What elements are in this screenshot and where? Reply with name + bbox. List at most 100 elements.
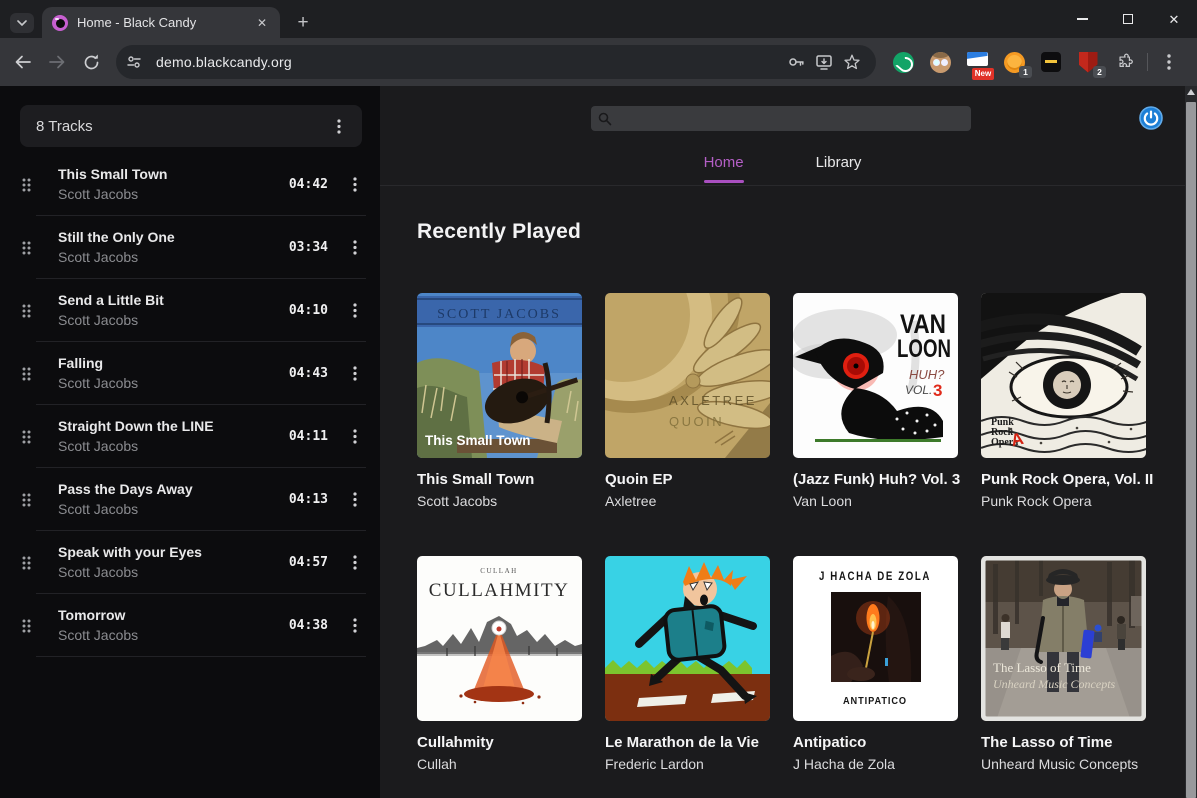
tab-search-button[interactable] — [10, 13, 34, 33]
drag-handle[interactable] — [22, 430, 36, 444]
reload-button[interactable] — [74, 45, 108, 79]
track-menu-button[interactable] — [344, 236, 366, 258]
logout-power-button[interactable] — [1139, 106, 1163, 130]
browser-menu-button[interactable] — [1154, 47, 1184, 77]
track-row[interactable]: Send a Little Bit Scott Jacobs 04:10 — [0, 279, 380, 342]
kebab-menu-icon — [353, 176, 357, 192]
album-artist[interactable]: Van Loon — [793, 493, 958, 509]
track-menu-button[interactable] — [344, 425, 366, 447]
track-row[interactable]: Speak with your Eyes Scott Jacobs 04:57 — [0, 531, 380, 594]
cover-title-text: CULLAHMITY — [429, 580, 570, 601]
orange-extension-badge: 1 — [1019, 66, 1032, 78]
install-app-button[interactable] — [810, 48, 838, 76]
drag-handle[interactable] — [22, 619, 36, 633]
extension-black[interactable] — [1038, 49, 1064, 75]
cover-artist-text: J HACHA DE ZOLA — [819, 569, 931, 583]
album-title[interactable]: Punk Rock Opera, Vol. II — [981, 471, 1153, 488]
album-title[interactable]: Le Marathon de la Vie — [605, 734, 770, 751]
extensions-menu-button[interactable] — [1112, 49, 1138, 75]
album-title[interactable]: Cullahmity — [417, 734, 582, 751]
album-cover-antipatico[interactable]: J HACHA DE ZOLA ANTIPATICO — [793, 556, 958, 721]
new-tab-button[interactable]: + — [290, 10, 316, 36]
drag-handle[interactable] — [22, 241, 36, 255]
site-settings-button[interactable] — [121, 49, 147, 75]
track-menu-button[interactable] — [344, 299, 366, 321]
browser-tab[interactable]: Home - Black Candy ✕ — [42, 7, 280, 38]
album-cover-punk-rock-opera[interactable]: Punk Rock Opera A — [981, 293, 1146, 458]
forward-button[interactable] — [40, 45, 74, 79]
album-cover-lasso-of-time[interactable]: The Lasso of Time Unheard Music Concepts — [981, 556, 1146, 721]
album-cover-quoin-ep[interactable]: AXLETREE QUOIN — [605, 293, 770, 458]
track-row[interactable]: This Small Town Scott Jacobs 04:42 — [0, 153, 380, 216]
album-cover-cullahmity[interactable]: CULLAH CULLAHMITY — [417, 556, 582, 721]
track-row[interactable]: Falling Scott Jacobs 04:43 — [0, 342, 380, 405]
track-menu-button[interactable] — [344, 614, 366, 636]
album-card: AXLETREE QUOIN Quoin EP Axletree — [605, 293, 770, 509]
track-title: Tomorrow — [58, 607, 126, 623]
close-icon: ✕ — [1168, 11, 1180, 27]
track-menu-button[interactable] — [344, 362, 366, 384]
tab-home[interactable]: Home — [704, 154, 744, 183]
drag-handle[interactable] — [22, 304, 36, 318]
track-artist: Scott Jacobs — [58, 375, 139, 391]
album-artist[interactable]: Scott Jacobs — [417, 493, 582, 509]
minimize-button[interactable] — [1059, 0, 1105, 38]
maximize-button[interactable] — [1105, 0, 1151, 38]
extension-flag[interactable]: New — [964, 49, 994, 80]
window-controls: ✕ — [1059, 0, 1197, 38]
tab-close-icon[interactable]: ✕ — [254, 15, 270, 31]
album-cover-le-marathon[interactable] — [605, 556, 770, 721]
drag-handle[interactable] — [22, 493, 36, 507]
album-title[interactable]: (Jazz Funk) Huh? Vol. 3 — [793, 471, 960, 488]
album-title[interactable]: The Lasso of Time — [981, 734, 1146, 751]
password-manager-button[interactable] — [782, 48, 810, 76]
drag-handle[interactable] — [22, 367, 36, 381]
album-artist[interactable]: Punk Rock Opera — [981, 493, 1146, 509]
album-title[interactable]: This Small Town — [417, 471, 582, 488]
track-row[interactable]: Tomorrow Scott Jacobs 04:38 — [0, 594, 380, 657]
extension-avatar[interactable] — [927, 49, 953, 75]
extension-shield[interactable]: 2 — [1075, 49, 1106, 78]
section-title: Recently Played — [417, 220, 582, 243]
album-title[interactable]: Antipatico — [793, 734, 958, 751]
reload-icon — [84, 54, 98, 69]
back-button[interactable] — [6, 45, 40, 79]
track-menu-button[interactable] — [344, 173, 366, 195]
extension-green[interactable] — [890, 49, 916, 75]
track-menu-button[interactable] — [344, 488, 366, 510]
album-title[interactable]: Quoin EP — [605, 471, 770, 488]
album-cover-huh-vol-3[interactable]: VAN LOON HUH? VOL. 3 — [793, 293, 958, 458]
address-bar[interactable]: demo.blackcandy.org — [116, 45, 876, 79]
track-row[interactable]: Still the Only One Scott Jacobs 03:34 — [0, 216, 380, 279]
page-scrollbar[interactable] — [1185, 86, 1197, 798]
drag-dots-icon — [22, 367, 31, 380]
install-icon — [816, 55, 832, 70]
track-row[interactable]: Pass the Days Away Scott Jacobs 04:13 — [0, 468, 380, 531]
search-input[interactable] — [591, 106, 971, 131]
album-artist[interactable]: J Hacha de Zola — [793, 756, 958, 772]
album-artist[interactable]: Axletree — [605, 493, 770, 509]
kebab-menu-icon — [337, 118, 341, 134]
track-title: Pass the Days Away — [58, 481, 193, 497]
url-text[interactable]: demo.blackcandy.org — [156, 54, 782, 70]
queue-menu-button[interactable] — [328, 115, 350, 137]
album-cover-this-small-town[interactable]: SCOTT JACOBS This Small Town — [417, 293, 582, 458]
cover-title-text: ANTIPATICO — [843, 696, 907, 707]
album-artist[interactable]: Cullah — [417, 756, 582, 772]
album-card: CULLAH CULLAHMITY Cullahmity Cullah — [417, 556, 582, 772]
flag-extension-icon — [966, 52, 988, 66]
track-artist: Scott Jacobs — [58, 438, 139, 454]
bookmark-button[interactable] — [838, 48, 866, 76]
close-button[interactable]: ✕ — [1151, 0, 1197, 38]
scrollbar-thumb[interactable] — [1186, 102, 1196, 798]
track-menu-button[interactable] — [344, 551, 366, 573]
drag-handle[interactable] — [22, 178, 36, 192]
drag-handle[interactable] — [22, 556, 36, 570]
tab-library[interactable]: Library — [816, 154, 862, 183]
track-row[interactable]: Straight Down the LINE Scott Jacobs 04:11 — [0, 405, 380, 468]
scrollbar-up-arrow[interactable] — [1187, 89, 1195, 95]
extension-orange[interactable]: 1 — [1001, 49, 1032, 78]
tune-icon — [127, 56, 141, 68]
album-artist[interactable]: Unheard Music Concepts — [981, 756, 1146, 772]
album-artist[interactable]: Frederic Lardon — [605, 756, 770, 772]
